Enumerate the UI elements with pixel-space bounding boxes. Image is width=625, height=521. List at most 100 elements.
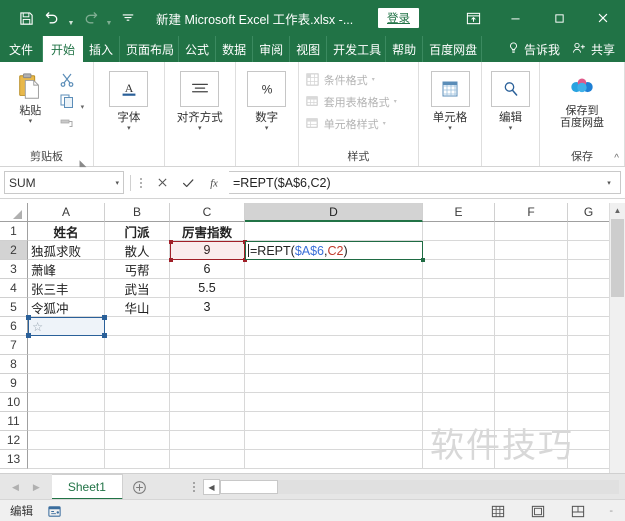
cell-D11[interactable] xyxy=(245,412,423,431)
cell-B7[interactable] xyxy=(105,336,170,355)
format-as-table-caret-icon[interactable]: ▾ xyxy=(394,98,397,105)
cell-A7[interactable] xyxy=(28,336,105,355)
paste-button[interactable]: 粘贴 ▾ xyxy=(6,67,55,126)
editing-dropdown-icon[interactable]: ▾ xyxy=(509,125,513,133)
cell-G7[interactable] xyxy=(568,336,613,355)
font-button[interactable]: A 字体 ▾ xyxy=(101,67,157,133)
cell-A2[interactable]: 独孤求败 xyxy=(28,241,105,260)
insert-function-button[interactable]: fx xyxy=(201,172,227,194)
cell-G8[interactable] xyxy=(568,355,613,374)
cell-F3[interactable] xyxy=(495,260,568,279)
cell-F5[interactable] xyxy=(495,298,568,317)
cut-icon[interactable] xyxy=(56,70,78,90)
cell-C5[interactable]: 3 xyxy=(170,298,245,317)
normal-view-icon[interactable] xyxy=(489,503,507,519)
cell-G9[interactable] xyxy=(568,374,613,393)
cell-G13[interactable] xyxy=(568,450,613,469)
redo-dropdown-icon[interactable]: ▼ xyxy=(104,3,114,33)
cell-G10[interactable] xyxy=(568,393,613,412)
minimize-icon[interactable] xyxy=(493,0,537,36)
sheet-tab-sheet1[interactable]: Sheet1 xyxy=(51,474,123,500)
undo-dropdown-icon[interactable]: ▼ xyxy=(66,3,76,33)
tab-developer[interactable]: 开发工具 xyxy=(327,36,387,62)
cell-E8[interactable] xyxy=(423,355,495,374)
column-header-f[interactable]: F xyxy=(495,203,568,222)
cancel-formula-button[interactable] xyxy=(149,172,175,194)
tell-me-box[interactable]: 告诉我 xyxy=(499,41,568,58)
conditional-formatting-caret-icon[interactable]: ▾ xyxy=(372,76,375,83)
vertical-scroll-thumb[interactable] xyxy=(611,219,624,297)
cell-D7[interactable] xyxy=(245,336,423,355)
row-header-2[interactable]: 2 xyxy=(0,241,28,260)
confirm-formula-button[interactable] xyxy=(175,172,201,194)
cell-F10[interactable] xyxy=(495,393,568,412)
cell-G5[interactable] xyxy=(568,298,613,317)
cell-F8[interactable] xyxy=(495,355,568,374)
number-dropdown-icon[interactable]: ▾ xyxy=(265,125,269,133)
cell-B3[interactable]: 丐帮 xyxy=(105,260,170,279)
cell-C6[interactable] xyxy=(170,317,245,336)
undo-icon[interactable] xyxy=(40,6,64,30)
column-header-b[interactable]: B xyxy=(105,203,170,222)
tab-formulas[interactable]: 公式 xyxy=(179,36,217,62)
tab-home[interactable]: 开始 xyxy=(43,36,84,62)
cell-B6[interactable] xyxy=(105,317,170,336)
horizontal-scrollbar[interactable]: ◀ xyxy=(202,474,625,500)
tab-help[interactable]: 帮助 xyxy=(386,36,424,62)
alignment-button[interactable]: 对齐方式 ▾ xyxy=(172,67,228,133)
cell-A13[interactable] xyxy=(28,450,105,469)
select-all-button[interactable] xyxy=(0,203,28,222)
close-icon[interactable] xyxy=(581,0,625,36)
cell-G4[interactable] xyxy=(568,279,613,298)
tab-baidu-netdisk[interactable]: 百度网盘 xyxy=(423,36,483,62)
formula-input[interactable]: =REPT($A$6,C2) ▾ xyxy=(229,171,621,194)
column-header-e[interactable]: E xyxy=(423,203,495,222)
tab-file[interactable]: 文件 xyxy=(0,36,44,62)
cell-F7[interactable] xyxy=(495,336,568,355)
cell-B10[interactable] xyxy=(105,393,170,412)
cell-E10[interactable] xyxy=(423,393,495,412)
row-header-1[interactable]: 1 xyxy=(0,222,28,241)
scroll-up-icon[interactable]: ▲ xyxy=(610,203,625,218)
format-as-table-button[interactable]: 套用表格格式 ▾ xyxy=(305,91,397,112)
clipboard-dialog-launcher-icon[interactable]: ◣ xyxy=(78,155,88,168)
save-to-baidu-button[interactable]: 保存到 百度网盘 xyxy=(546,67,618,129)
cell-A3[interactable]: 萧峰 xyxy=(28,260,105,279)
column-header-a[interactable]: A xyxy=(28,203,105,222)
cell-A1[interactable]: 姓名 xyxy=(28,222,105,241)
cell-D12[interactable] xyxy=(245,431,423,450)
cell-C4[interactable]: 5.5 xyxy=(170,279,245,298)
row-header-13[interactable]: 13 xyxy=(0,450,28,469)
cell-C10[interactable] xyxy=(170,393,245,412)
cells-dropdown-icon[interactable]: ▾ xyxy=(448,125,452,133)
name-box[interactable]: SUM ▾ xyxy=(4,171,124,194)
format-painter-icon[interactable] xyxy=(56,112,78,132)
cell-C13[interactable] xyxy=(170,450,245,469)
cell-C7[interactable] xyxy=(170,336,245,355)
row-header-7[interactable]: 7 xyxy=(0,336,28,355)
row-header-5[interactable]: 5 xyxy=(0,298,28,317)
font-dropdown-icon[interactable]: ▾ xyxy=(127,125,131,133)
cell-F13[interactable] xyxy=(495,450,568,469)
cell-A9[interactable] xyxy=(28,374,105,393)
cell-E6[interactable] xyxy=(423,317,495,336)
page-break-view-icon[interactable] xyxy=(569,503,587,519)
cell-B2[interactable]: 散人 xyxy=(105,241,170,260)
cell-F2[interactable] xyxy=(495,241,568,260)
accessibility-checker-icon[interactable] xyxy=(47,504,62,519)
cell-F1[interactable] xyxy=(495,222,568,241)
customize-qat-icon[interactable] xyxy=(116,6,140,30)
cell-E4[interactable] xyxy=(423,279,495,298)
cell-E11[interactable] xyxy=(423,412,495,431)
cell-E12[interactable] xyxy=(423,431,495,450)
cell-styles-caret-icon[interactable]: ▾ xyxy=(383,120,386,127)
row-header-4[interactable]: 4 xyxy=(0,279,28,298)
row-header-3[interactable]: 3 xyxy=(0,260,28,279)
cell-B1[interactable]: 门派 xyxy=(105,222,170,241)
row-header-9[interactable]: 9 xyxy=(0,374,28,393)
cells-button[interactable]: 单元格 ▾ xyxy=(425,67,475,133)
sheet-prev-icon[interactable]: ◀ xyxy=(12,482,19,493)
vertical-scrollbar[interactable]: ▲ xyxy=(609,203,625,473)
row-header-11[interactable]: 11 xyxy=(0,412,28,431)
tab-view[interactable]: 视图 xyxy=(290,36,328,62)
